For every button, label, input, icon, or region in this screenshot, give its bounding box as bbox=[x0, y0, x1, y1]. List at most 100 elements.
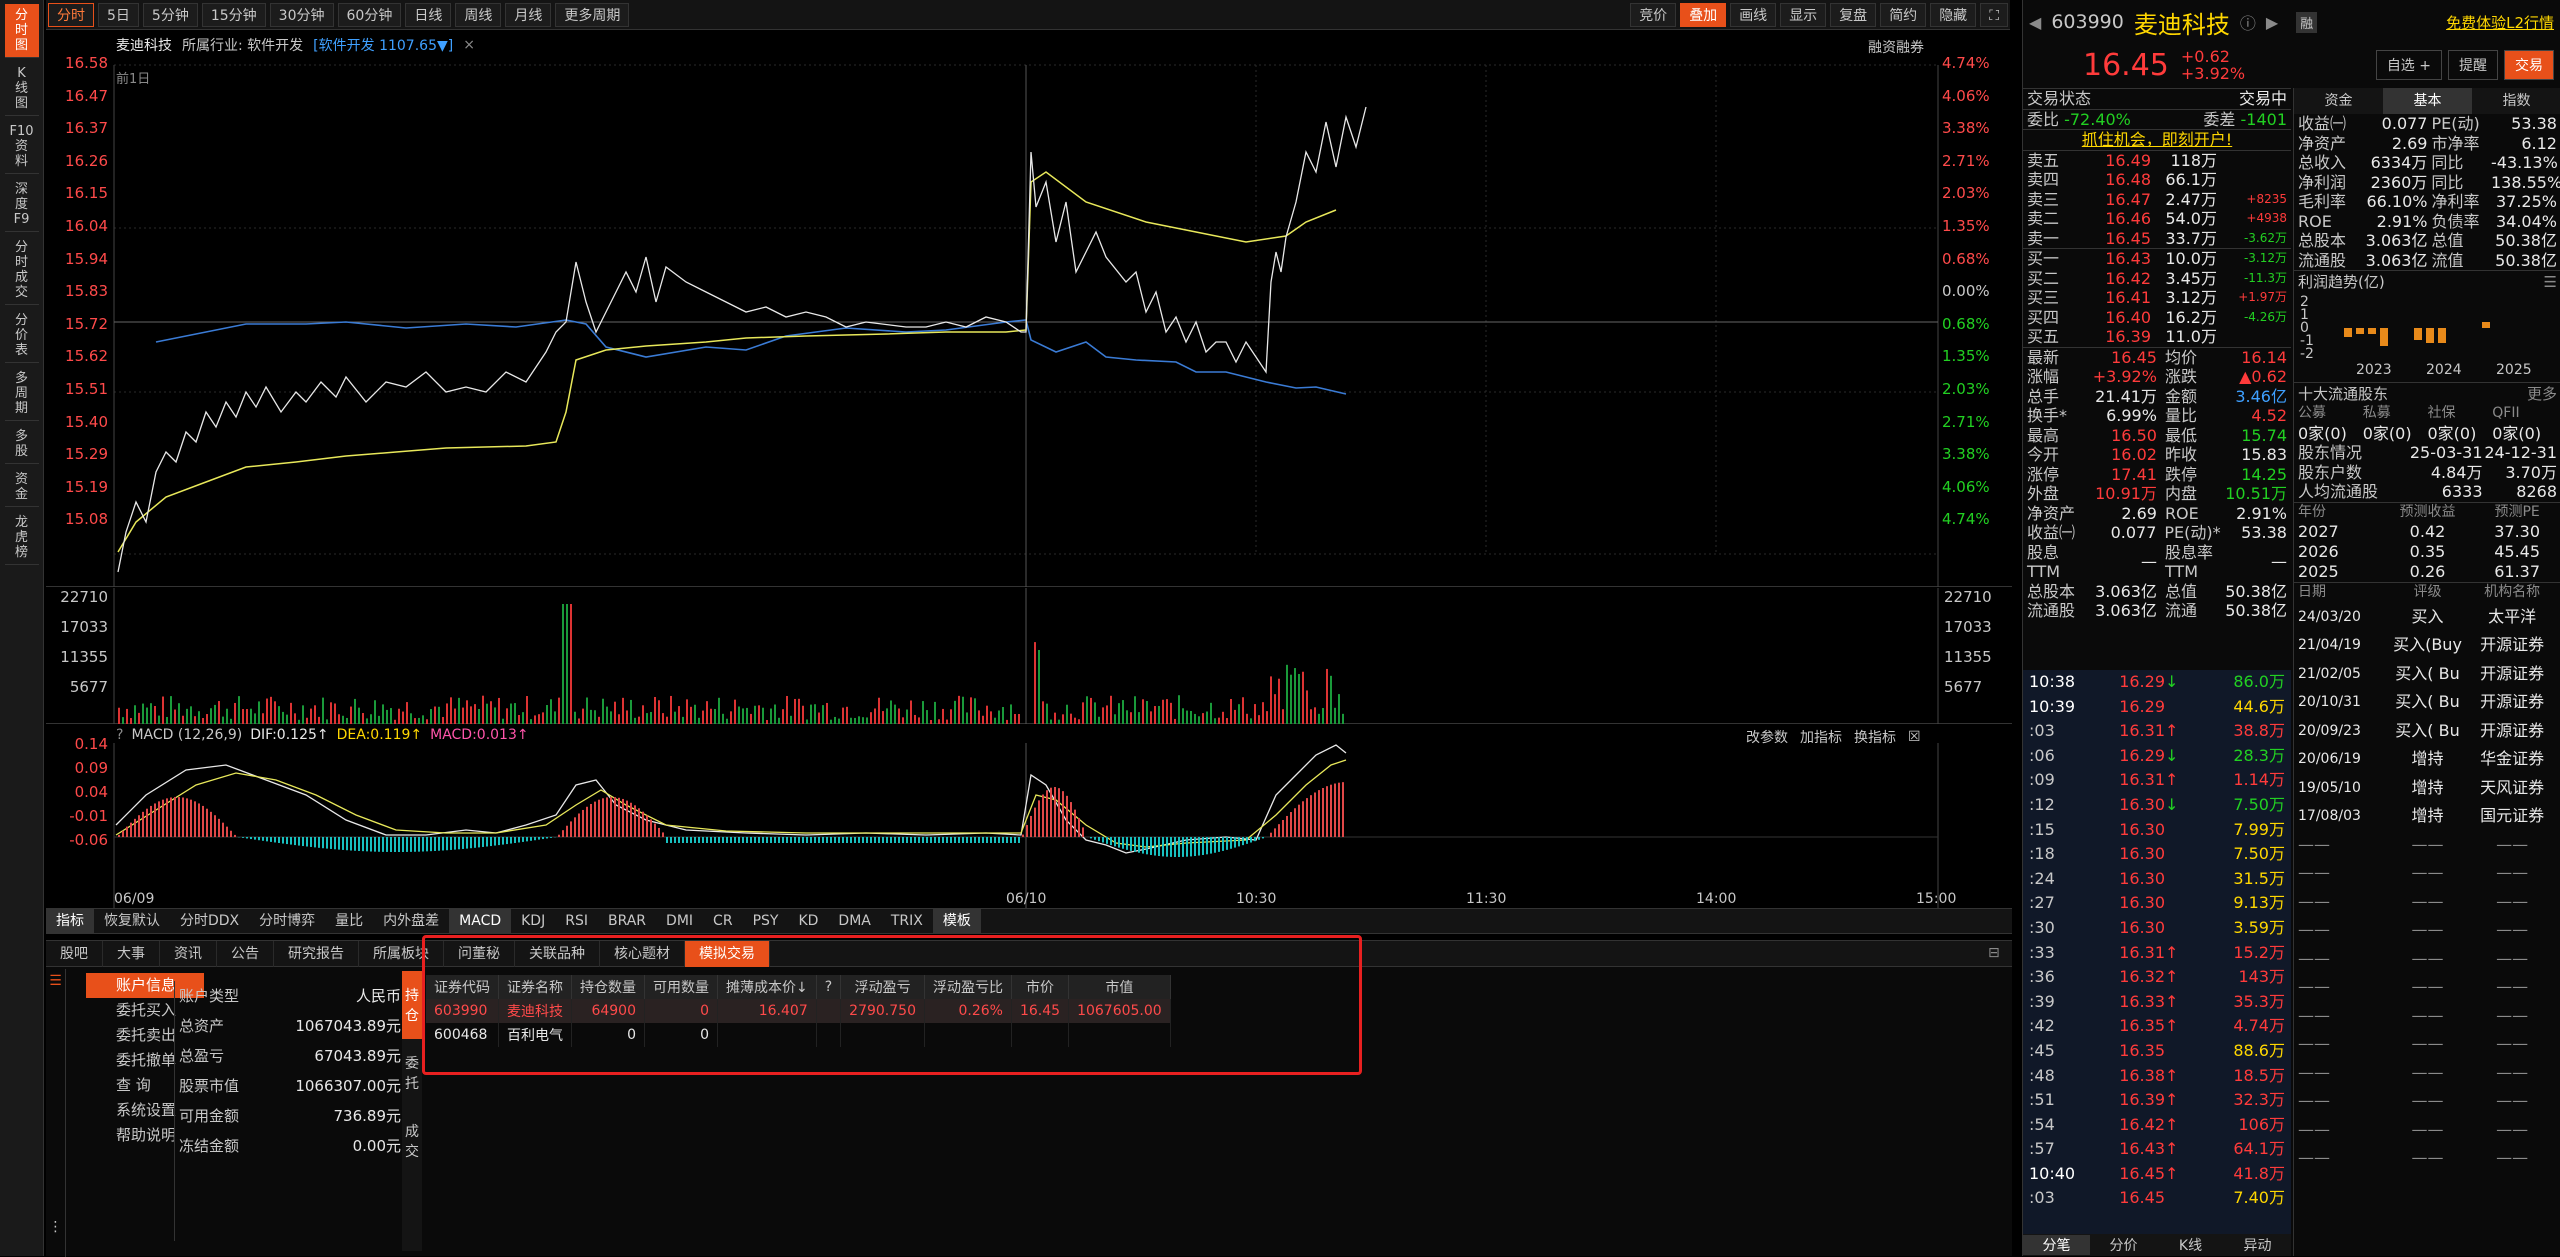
l2-link[interactable]: 免费体验L2行情 bbox=[2446, 12, 2554, 33]
volume-bar bbox=[1214, 718, 1216, 724]
book-row[interactable]: 买一16.4310.0万-3.12万 bbox=[2027, 249, 2287, 269]
left-nav-item[interactable]: 龙 虎 榜 bbox=[5, 511, 39, 565]
indicator-tab[interactable]: 恢复默认 bbox=[94, 909, 170, 933]
macd-bar bbox=[494, 837, 496, 846]
toolbar-button[interactable]: 简约 bbox=[1880, 3, 1926, 27]
volume-bar bbox=[150, 703, 152, 724]
indicator-tab[interactable]: 内外盘差 bbox=[373, 909, 449, 933]
prev-stock-icon[interactable]: ◀ bbox=[2029, 13, 2041, 32]
next-stock-icon[interactable]: ▶ bbox=[2266, 13, 2278, 32]
column-header: 日期 bbox=[2298, 583, 2388, 603]
period-tab[interactable]: 5分钟 bbox=[143, 3, 198, 27]
macd-option[interactable]: 改参数 bbox=[1746, 727, 1788, 747]
macd-option[interactable]: 换指标 bbox=[1854, 727, 1896, 747]
close-icon[interactable]: ☒ bbox=[1908, 729, 1921, 745]
left-nav-item[interactable]: 多 周 期 bbox=[5, 367, 39, 421]
indicator-tab[interactable]: 指标 bbox=[46, 909, 94, 933]
period-tab[interactable]: 月线 bbox=[505, 3, 551, 27]
volume-bar bbox=[778, 718, 780, 724]
toolbar-button[interactable]: 复盘 bbox=[1830, 3, 1876, 27]
bottom-tab[interactable]: 大事 bbox=[103, 941, 160, 967]
indicator-tab[interactable]: KDJ bbox=[511, 909, 555, 933]
quote-button[interactable]: 提醒 bbox=[2448, 50, 2498, 80]
period-tab[interactable]: 周线 bbox=[455, 3, 501, 27]
fullscreen-icon[interactable]: ⛶ bbox=[1980, 3, 2008, 27]
macd-bar bbox=[326, 837, 328, 849]
period-tab[interactable]: 5日 bbox=[98, 3, 139, 27]
quote-button[interactable]: 交易 bbox=[2504, 50, 2554, 80]
period-tab[interactable]: 60分钟 bbox=[338, 3, 402, 27]
help-icon[interactable]: ? bbox=[116, 727, 123, 743]
left-nav-item[interactable]: 分 时 成 交 bbox=[5, 236, 39, 305]
indicator-tab[interactable]: PSY bbox=[743, 909, 789, 933]
left-nav-item[interactable]: 分 价 表 bbox=[5, 309, 39, 363]
side-tab[interactable]: 委 托 bbox=[402, 1039, 422, 1107]
toolbar-button[interactable]: 隐藏 bbox=[1930, 3, 1976, 27]
toolbar-button[interactable]: 显示 bbox=[1780, 3, 1826, 27]
indicator-tab[interactable]: BRAR bbox=[598, 909, 656, 933]
toolbar-button[interactable]: 竞价 bbox=[1630, 3, 1676, 27]
fund-tab[interactable]: 基本 bbox=[2383, 88, 2472, 114]
volume-bar bbox=[1326, 669, 1328, 724]
period-tab[interactable]: 15分钟 bbox=[202, 3, 266, 27]
left-nav-item[interactable]: 深 度 F9 bbox=[5, 178, 39, 232]
left-nav-item[interactable]: K 线 图 bbox=[5, 62, 39, 116]
left-nav-item[interactable]: 分 时 图 bbox=[5, 4, 39, 58]
promo-link[interactable]: 抓住机会，即刻开户! bbox=[2023, 129, 2291, 150]
tick-volume: 7.99万 bbox=[2179, 818, 2291, 843]
side-tab[interactable]: 成 交 bbox=[402, 1107, 422, 1175]
placeholder-dash: —— bbox=[2467, 1002, 2557, 1031]
indicator-tab[interactable]: 分时DDX bbox=[170, 909, 249, 933]
book-row[interactable]: 卖五16.49118万 bbox=[2027, 151, 2287, 171]
quote-button[interactable]: 自选 + bbox=[2376, 50, 2442, 80]
indicator-tab[interactable]: MACD bbox=[449, 909, 511, 933]
bottom-tab[interactable]: 公告 bbox=[217, 941, 274, 967]
tick-tab[interactable]: 分笔 bbox=[2023, 1235, 2090, 1255]
left-nav-item[interactable]: 多 股 bbox=[5, 425, 39, 464]
book-row[interactable]: 卖三16.472.47万+8235 bbox=[2027, 190, 2287, 210]
panel-toggle-icon[interactable]: ⊟ bbox=[1988, 945, 2000, 961]
toolbar-button[interactable]: 画线 bbox=[1730, 3, 1776, 27]
book-row[interactable]: 卖四16.4866.1万 bbox=[2027, 170, 2287, 190]
bottom-tab[interactable]: 研究报告 bbox=[274, 941, 359, 967]
arrow-up-icon: ↑ bbox=[2165, 768, 2179, 793]
fund-tab[interactable]: 资金 bbox=[2294, 88, 2383, 114]
more-icon[interactable]: ⋮ bbox=[46, 1219, 65, 1235]
book-row[interactable]: 卖二16.4654.0万+4938 bbox=[2027, 209, 2287, 229]
book-row[interactable]: 买三16.413.12万+1.97万 bbox=[2027, 288, 2287, 308]
tick-tab[interactable]: 异动 bbox=[2224, 1235, 2291, 1255]
period-tab[interactable]: 更多周期 bbox=[555, 3, 629, 27]
period-tab[interactable]: 30分钟 bbox=[270, 3, 334, 27]
menu-icon[interactable]: ☰ bbox=[46, 973, 65, 989]
collapse-icon[interactable]: ☰ bbox=[2544, 273, 2557, 291]
book-row[interactable]: 买二16.423.45万-11.3万 bbox=[2027, 269, 2287, 289]
indicator-tab[interactable]: 模板 bbox=[933, 909, 981, 933]
stat-label: 最新 bbox=[2027, 348, 2088, 368]
indicator-tab[interactable]: CR bbox=[703, 909, 743, 933]
fund-tab[interactable]: 指数 bbox=[2472, 88, 2560, 114]
side-tab[interactable]: 持 仓 bbox=[402, 971, 422, 1039]
info-icon[interactable]: ⓘ bbox=[2240, 10, 2256, 34]
indicator-tab[interactable]: 分时博弈 bbox=[249, 909, 325, 933]
macd-bar bbox=[694, 837, 696, 843]
book-row[interactable]: 买四16.4016.2万-4.26万 bbox=[2027, 308, 2287, 328]
left-nav-item[interactable]: 资 金 bbox=[5, 468, 39, 507]
indicator-tab[interactable]: 量比 bbox=[325, 909, 373, 933]
toolbar-button[interactable]: 叠加 bbox=[1680, 3, 1726, 27]
indicator-tab[interactable]: RSI bbox=[555, 909, 598, 933]
indicator-tab[interactable]: DMI bbox=[656, 909, 703, 933]
indicator-tab[interactable]: TRIX bbox=[881, 909, 933, 933]
indicator-tab[interactable]: DMA bbox=[828, 909, 880, 933]
left-nav-item[interactable]: F10 资 料 bbox=[5, 120, 39, 174]
bottom-tab[interactable]: 资讯 bbox=[160, 941, 217, 967]
bottom-tab[interactable]: 股吧 bbox=[46, 941, 103, 967]
tick-tab[interactable]: 分价 bbox=[2090, 1235, 2157, 1255]
book-row[interactable]: 卖一16.4533.7万-3.62万 bbox=[2027, 229, 2287, 249]
tick-tab[interactable]: K线 bbox=[2157, 1235, 2224, 1255]
macd-option[interactable]: 加指标 bbox=[1800, 727, 1842, 747]
book-row[interactable]: 买五16.3911.0万 bbox=[2027, 327, 2287, 347]
period-tab[interactable]: 日线 bbox=[405, 3, 451, 27]
indicator-tab[interactable]: KD bbox=[788, 909, 828, 933]
more-link[interactable]: 更多 bbox=[2527, 383, 2557, 404]
period-tab[interactable]: 分时 bbox=[48, 3, 94, 27]
